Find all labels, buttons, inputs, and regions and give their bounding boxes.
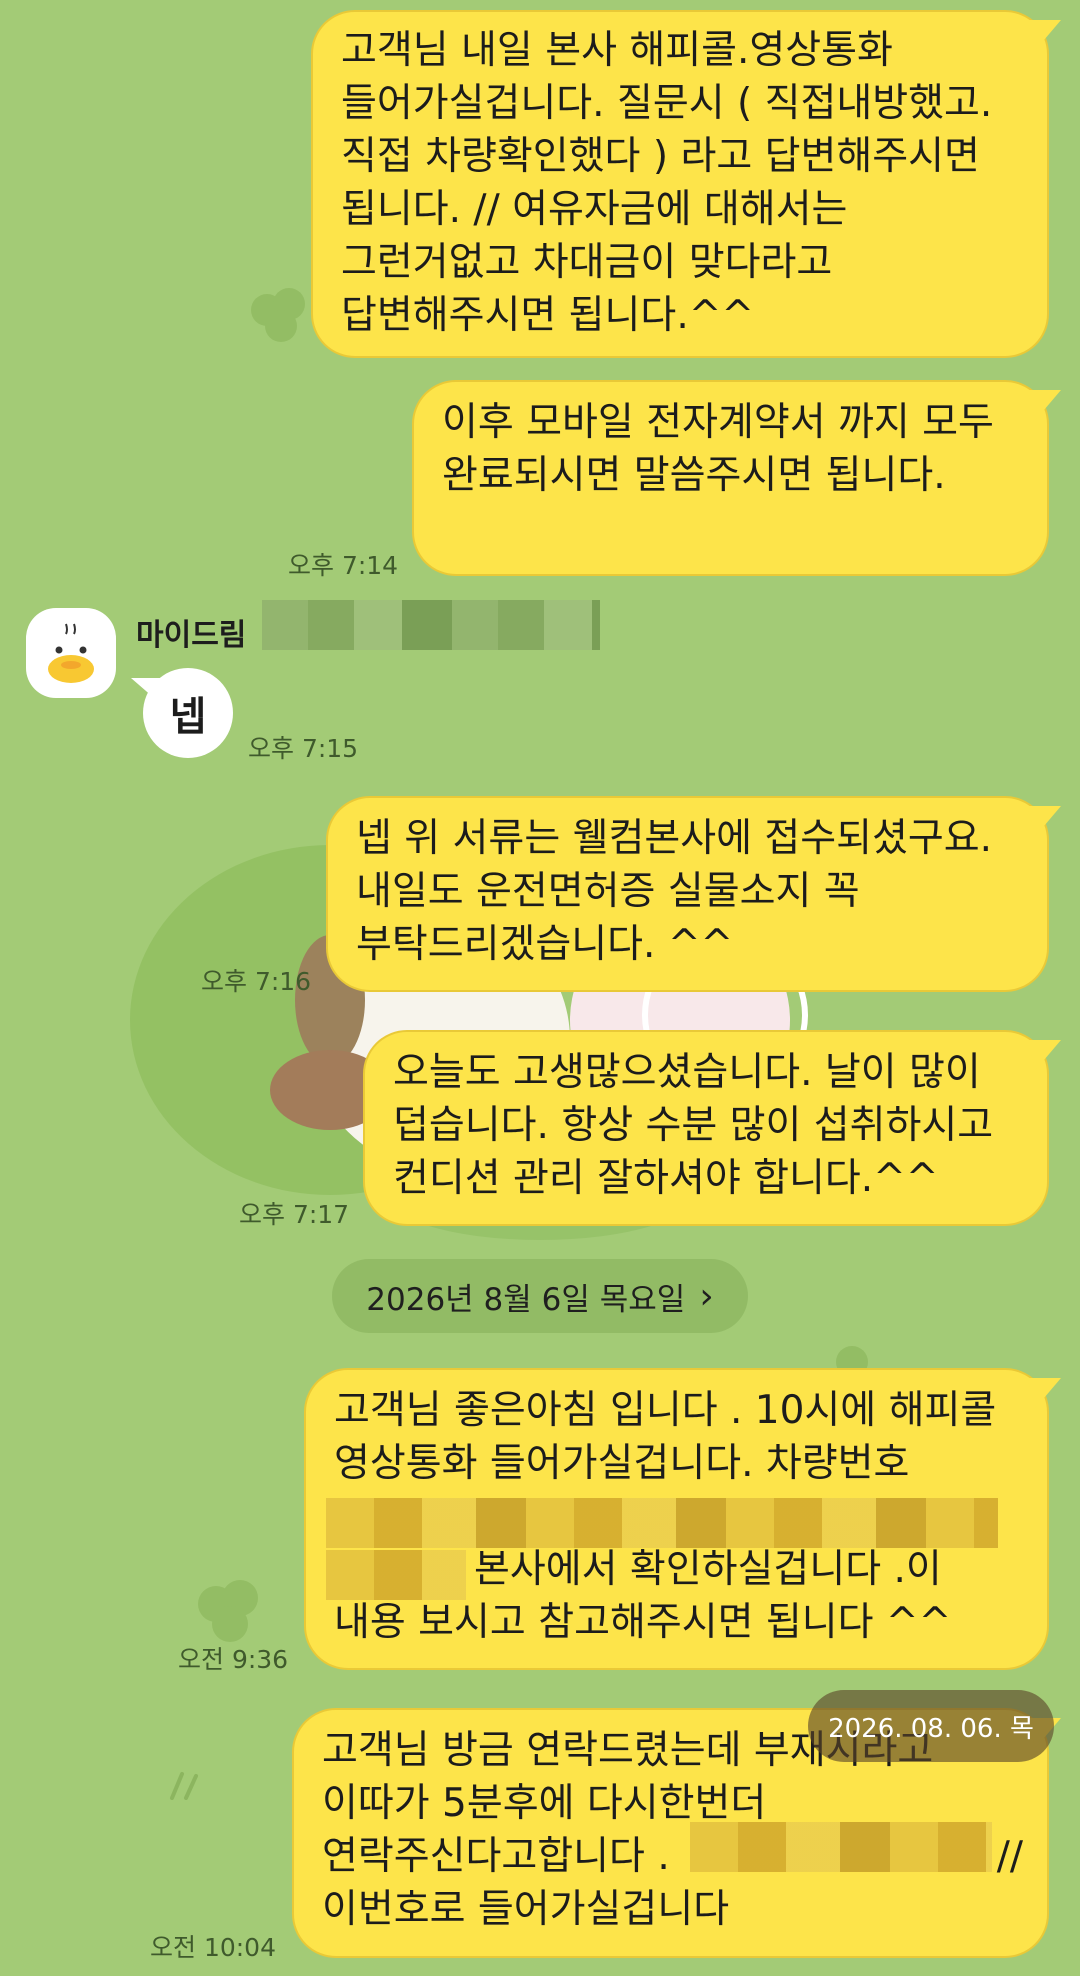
redacted-sender-name <box>262 600 600 650</box>
message-text-line: 고객님 내일 본사 해피콜.영상통화 <box>341 28 893 73</box>
message-text: // <box>996 1834 1023 1879</box>
background-clover-icon <box>198 1580 258 1642</box>
date-tooltip-label: 2026. 08. 06. 목 <box>828 1713 1034 1744</box>
sender-avatar[interactable] <box>26 608 116 698</box>
sender-name: 마이드림 <box>136 618 247 653</box>
redacted-vehicle-number <box>326 1550 466 1600</box>
message-text-line: 이후 모바일 전자계약서 까지 모두 <box>442 400 994 445</box>
background-clover-icon <box>251 288 305 342</box>
outgoing-message-bubble[interactable]: 오늘도 고생많으셨습니다. 날이 많이 덥습니다. 항상 수분 많이 섭취하시고… <box>363 1030 1061 1226</box>
duck-character-icon <box>48 623 94 683</box>
message-text: 넵 <box>169 694 207 740</box>
bubble-tail <box>131 678 161 704</box>
message-text-line: 직접 차량확인했다 ) 라고 답변해주시면 <box>341 134 980 179</box>
date-divider[interactable]: 2026년 8월 6일 목요일 › <box>332 1259 748 1333</box>
redacted-phone-number <box>690 1822 992 1872</box>
incoming-message-bubble[interactable]: 넵 <box>131 668 233 758</box>
outgoing-message-bubble[interactable]: 이후 모바일 전자계약서 까지 모두 완료되시면 말씀주시면 됩니다. <box>412 380 1061 576</box>
message-text-line: 넵 위 서류는 웰컴본사에 접수되셨구요. <box>356 816 993 861</box>
message-text-line: 영상통화 들어가실겁니다. 차량번호 <box>334 1441 910 1486</box>
outgoing-message-bubble[interactable]: 고객님 좋은아침 입니다 . 10시에 해피콜 영상통화 들어가실겁니다. 차량… <box>304 1368 1061 1670</box>
message-text-line: 컨디션 관리 잘하셔야 합니다.^^ <box>393 1156 939 1201</box>
chevron-right-icon: › <box>699 1275 714 1317</box>
message-timestamp: 오후 7:14 <box>288 551 399 580</box>
message-timestamp: 오후 7:16 <box>201 967 312 996</box>
message-text-line: 됩니다. // 여유자금에 대해서는 <box>341 187 848 232</box>
outgoing-message-bubble[interactable]: 고객님 내일 본사 해피콜.영상통화 들어가실겁니다. 질문시 ( 직접내방했고… <box>311 10 1061 358</box>
message-text-line: 오늘도 고생많으셨습니다. 날이 많이 <box>393 1050 981 1095</box>
message-text: 연락주신다고합니다 . <box>322 1834 670 1879</box>
bubble-tail <box>1027 806 1061 836</box>
bubble-tail <box>1027 390 1061 420</box>
date-tooltip: 2026. 08. 06. 목 <box>808 1690 1054 1762</box>
message-text-line: 고객님 좋은아침 입니다 . 10시에 해피콜 <box>334 1388 997 1433</box>
message-timestamp: 오전 10:04 <box>150 1933 276 1962</box>
redacted-vehicle-number <box>326 1498 998 1548</box>
message-timestamp: 오후 7:15 <box>248 734 359 763</box>
message-text-line: 덥습니다. 항상 수분 많이 섭취하시고 <box>393 1103 994 1148</box>
bubble-tail <box>1027 1378 1061 1408</box>
outgoing-message-bubble[interactable]: 넵 위 서류는 웰컴본사에 접수되셨구요. 내일도 운전면허증 실물소지 꼭 부… <box>326 796 1061 992</box>
bubble-tail <box>1027 20 1061 50</box>
message-text-line: 이번호로 들어가실겁니다 <box>322 1887 730 1932</box>
message-text-line: 완료되시면 말씀주시면 됩니다. <box>442 453 946 498</box>
message-timestamp: 오전 9:36 <box>178 1645 289 1674</box>
message-text-line: 답변해주시면 됩니다.^^ <box>341 293 755 338</box>
background-grass-icon <box>170 1772 198 1800</box>
date-divider-label: 2026년 8월 6일 목요일 <box>366 1281 686 1318</box>
message-text-line: 내용 보시고 참고해주시면 됩니다 ^^ <box>334 1600 952 1645</box>
message-text-line: 그런거없고 차대금이 맞다라고 <box>341 240 833 285</box>
message-text-line: 들어가실겁니다. 질문시 ( 직접내방했고. <box>341 81 993 126</box>
message-text-line: 부탁드리겠습니다. ^^ <box>356 922 734 967</box>
message-timestamp: 오후 7:17 <box>239 1200 350 1229</box>
message-text-line: 내일도 운전면허증 실물소지 꼭 <box>356 869 860 914</box>
bubble-tail <box>1027 1040 1061 1070</box>
